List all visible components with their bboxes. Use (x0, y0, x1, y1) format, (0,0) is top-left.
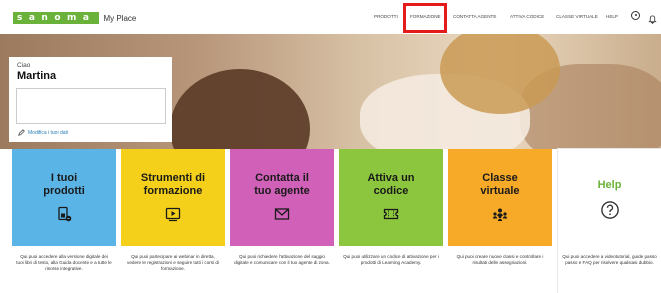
card-contatta-agente-title: Contatta il tuo agente (230, 172, 334, 198)
nav-item-classe-virtuale[interactable]: CLASSE VIRTUALE (556, 14, 598, 19)
card-attiva-codice-title: Attiva un codice (339, 172, 443, 198)
card-title-line: Classe (482, 172, 518, 184)
sanoma-logo[interactable]: sanoma My Place (13, 12, 136, 24)
card-help[interactable]: Help Qui puoi accedere a videotutorial, … (558, 149, 661, 293)
hero-photo-shape (170, 69, 310, 149)
logo-mark: sanoma (13, 12, 100, 24)
card-contatta-agente[interactable]: Contatta il tuo agente Qui puoi richiede… (230, 149, 334, 293)
card-attiva-codice-description: Qui puoi utilizzare un codice di attivaz… (343, 254, 439, 265)
card-title-line: prodotti (43, 185, 85, 197)
card-title-line: formazione (143, 185, 203, 197)
card-title-line: Attiva un (367, 172, 415, 184)
nav-item-prodotti[interactable]: PRODOTTI (374, 14, 398, 19)
book-tablet-icon (58, 206, 72, 222)
card-classe-virtuale-description: Qui puoi creare nuove classi e controlla… (456, 254, 544, 265)
nav-item-contatta-agente[interactable]: CONTATTA AGENTE (453, 14, 496, 19)
card-formazione-description: Qui puoi partecipare ai webinar in diret… (127, 254, 219, 271)
nav-item-help[interactable]: HELP (606, 14, 618, 19)
card-attiva-codice-header: Attiva un codice (339, 149, 443, 246)
card-attiva-codice[interactable]: Attiva un codice Qui puoi utilizzare un … (339, 149, 443, 293)
card-contatta-agente-description: Qui puoi richiedere l'attivazione del sa… (234, 254, 330, 265)
class-group-icon (492, 208, 508, 221)
question-circle-icon (600, 201, 619, 219)
profile-info-box (16, 88, 166, 124)
card-title-line: codice (373, 185, 409, 197)
logo-text: sanoma (17, 13, 96, 23)
greeting-card: Ciao Martina Modifica i tuoi dati (9, 57, 172, 142)
logo-suffix: My Place (103, 13, 137, 23)
greeting-hello: Ciao (17, 62, 31, 69)
card-formazione[interactable]: Strumenti di formazione Qui puoi parteci… (121, 149, 225, 293)
card-formazione-header: Strumenti di formazione (121, 149, 225, 246)
card-prodotti-header: I tuoi prodotti (12, 149, 116, 246)
card-classe-virtuale-header: Classe virtuale (448, 149, 552, 246)
card-prodotti[interactable]: I tuoi prodotti Qui puoi accedere alla v… (12, 149, 116, 293)
edit-profile-label: Modifica i tuoi dati (28, 129, 69, 136)
card-prodotti-title: I tuoi prodotti (12, 172, 116, 198)
top-bar: sanoma My Place PRODOTTI FORMAZIONE CONT… (0, 0, 661, 34)
card-title-line: Help (597, 179, 622, 191)
card-title-line: virtuale (480, 185, 520, 197)
pencil-icon (18, 129, 25, 136)
card-formazione-title: Strumenti di formazione (121, 172, 225, 198)
card-help-header: Help (558, 149, 661, 246)
card-title-line: tuo agente (254, 185, 310, 197)
ticket-icon (383, 208, 399, 220)
notification-bell-icon[interactable] (648, 11, 657, 24)
card-prodotti-description: Qui puoi accedere alla versione digitale… (16, 254, 112, 271)
card-help-title: Help (558, 179, 661, 192)
card-title-line: I tuoi (50, 172, 78, 184)
card-title-line: Strumenti di (140, 172, 206, 184)
greeting-user-name: Martina (17, 70, 57, 82)
user-account-icon[interactable] (631, 11, 640, 20)
nav-item-attiva-codice[interactable]: ATTIVA CODICE (510, 14, 544, 19)
formazione-highlight-box (403, 3, 447, 33)
mail-icon (274, 208, 290, 220)
card-help-description: Qui puoi accedere a videotutorial, guide… (562, 254, 657, 265)
edit-profile-link[interactable]: Modifica i tuoi dati (18, 129, 68, 136)
card-classe-virtuale[interactable]: Classe virtuale Qui puoi creare nuove cl… (448, 149, 552, 293)
play-screen-icon (165, 207, 181, 222)
card-title-line: Contatta il (255, 172, 309, 184)
card-contatta-agente-header: Contatta il tuo agente (230, 149, 334, 246)
page: sanoma My Place PRODOTTI FORMAZIONE CONT… (0, 0, 661, 293)
card-classe-virtuale-title: Classe virtuale (448, 172, 552, 198)
